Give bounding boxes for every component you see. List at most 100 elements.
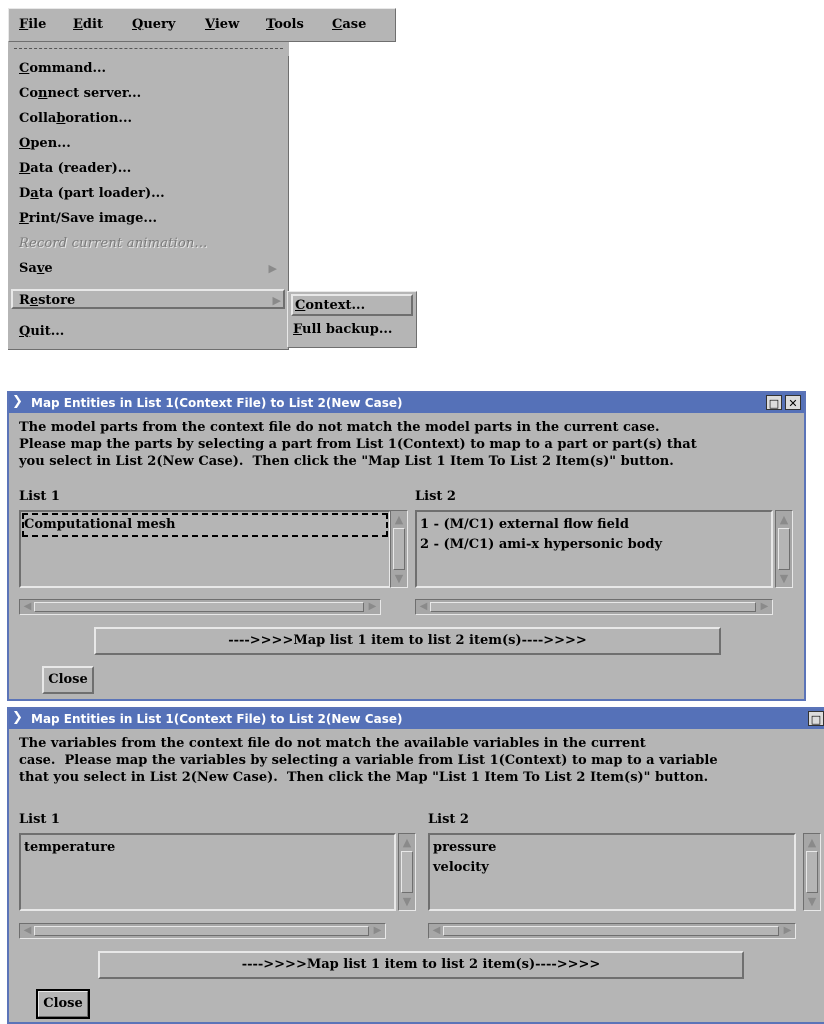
menu-edit[interactable]: Edit — [73, 17, 103, 32]
scroll-right-icon[interactable]: ▶ — [366, 600, 379, 614]
menu-item-restore-label: store — [38, 293, 76, 308]
menu-item-command-mnemonic: C — [19, 61, 30, 76]
menu-item-save[interactable]: Save ▶ — [19, 259, 279, 279]
map-parts-dialog: ❯ Map Entities in List 1(Context File) t… — [7, 391, 806, 701]
scroll-down-icon[interactable]: ▼ — [777, 571, 791, 586]
menu-item-restore[interactable]: Restore ▶ — [11, 289, 285, 309]
dialog-title: Map Entities in List 1(Context File) to … — [31, 712, 403, 726]
scroll-up-icon[interactable]: ▲ — [805, 835, 819, 850]
scroll-down-icon[interactable]: ▼ — [805, 894, 819, 909]
menu-tearoff[interactable] — [8, 42, 289, 56]
menu-view-mnemonic: V — [205, 17, 215, 32]
scroll-right-icon[interactable]: ▶ — [758, 600, 771, 614]
list2-hscroll[interactable]: ◀ ▶ — [415, 599, 773, 615]
map-list-button[interactable]: ---->>>>Map list 1 item to list 2 item(s… — [98, 951, 744, 979]
menu-case[interactable]: Case — [332, 17, 366, 32]
submenu-item-full-backup-label: ull backup... — [302, 322, 393, 337]
menu-item-record-animation: Record current animation... — [19, 234, 279, 254]
scroll-left-icon[interactable]: ◀ — [21, 924, 34, 938]
menu-item-restore-pre: R — [19, 293, 30, 308]
list1-box[interactable]: temperature — [19, 833, 396, 911]
scroll-thumb[interactable] — [34, 926, 369, 936]
scroll-down-icon[interactable]: ▼ — [400, 894, 414, 909]
list1-vscroll[interactable]: ▲ ▼ — [390, 510, 408, 588]
list-item[interactable]: 2 - (M/C1) ami-x hypersonic body — [420, 535, 662, 555]
menubar: File Edit Query View Tools Case — [8, 8, 396, 42]
list2-box[interactable]: 1 - (M/C1) external flow field 2 - (M/C1… — [415, 510, 773, 588]
list2-box[interactable]: pressure velocity — [428, 833, 796, 911]
scroll-down-icon[interactable]: ▼ — [392, 571, 406, 586]
maximize-icon[interactable]: □ — [808, 711, 824, 726]
menu-tools-mnemonic: T — [266, 17, 275, 32]
scroll-right-icon[interactable]: ▶ — [781, 924, 794, 938]
maximize-icon[interactable]: □ — [766, 395, 782, 410]
chevron-down-icon[interactable]: ❯ — [12, 710, 26, 726]
scroll-up-icon[interactable]: ▲ — [400, 835, 414, 850]
menu-item-data-reader-label: ata (reader)... — [30, 161, 132, 176]
menu-item-collaboration[interactable]: Collaboration... — [19, 109, 279, 129]
scroll-left-icon[interactable]: ◀ — [417, 600, 430, 614]
menu-view[interactable]: View — [205, 17, 239, 32]
list-item[interactable]: pressure — [433, 838, 496, 858]
list2-label: List 2 — [428, 812, 469, 827]
submenu-item-full-backup[interactable]: Full backup... — [291, 320, 413, 342]
menu-tools[interactable]: Tools — [266, 17, 304, 32]
scroll-thumb[interactable] — [430, 602, 756, 612]
menu-item-connect-server[interactable]: Connect server... — [19, 84, 279, 104]
scroll-left-icon[interactable]: ◀ — [21, 600, 34, 614]
map-variables-dialog: ❯ Map Entities in List 1(Context File) t… — [7, 707, 824, 1024]
list-item[interactable]: temperature — [24, 838, 115, 858]
list2-hscroll[interactable]: ◀ ▶ — [428, 923, 796, 939]
menu-item-print-save-image[interactable]: Print/Save image... — [19, 209, 279, 229]
menu-case-label: ase — [342, 17, 367, 32]
scroll-left-icon[interactable]: ◀ — [430, 924, 443, 938]
list1-vscroll[interactable]: ▲ ▼ — [398, 833, 416, 911]
menu-file[interactable]: File — [19, 17, 46, 32]
menu-item-print-save-image-label: rint/Save image... — [28, 211, 157, 226]
list-item[interactable]: 1 - (M/C1) external flow field — [420, 515, 629, 535]
list1-label: List 1 — [19, 489, 60, 504]
menu-item-open[interactable]: Open... — [19, 134, 279, 154]
cascade-arrow-icon: ▶ — [272, 294, 281, 307]
scroll-thumb[interactable] — [443, 926, 779, 936]
menu-item-data-part-loader[interactable]: Data (part loader)... — [19, 184, 279, 204]
close-button[interactable]: Close — [36, 989, 90, 1019]
scroll-thumb[interactable] — [778, 528, 790, 570]
dialog-title: Map Entities in List 1(Context File) to … — [31, 396, 403, 410]
menu-item-record-animation-label: Record current animation... — [19, 236, 208, 251]
menu-item-data-part-loader-label: ta (part loader)... — [38, 186, 165, 201]
list2-vscroll[interactable]: ▲ ▼ — [803, 833, 821, 911]
list2-vscroll[interactable]: ▲ ▼ — [775, 510, 793, 588]
chevron-down-icon[interactable]: ❯ — [12, 394, 26, 410]
menu-query[interactable]: Query — [132, 17, 175, 32]
menu-edit-mnemonic: E — [73, 17, 83, 32]
scroll-thumb[interactable] — [401, 851, 413, 893]
scroll-right-icon[interactable]: ▶ — [371, 924, 384, 938]
menu-item-data-part-loader-mnemonic: a — [30, 186, 39, 201]
menu-item-command[interactable]: Command... — [19, 59, 279, 79]
dialog-titlebar: ❯ Map Entities in List 1(Context File) t… — [9, 393, 804, 413]
menu-item-quit[interactable]: Quit... — [19, 322, 279, 342]
list1-box[interactable]: Computational mesh — [19, 510, 391, 588]
scroll-up-icon[interactable]: ▲ — [392, 512, 406, 527]
map-list-button[interactable]: ---->>>>Map list 1 item to list 2 item(s… — [94, 627, 721, 655]
list-item[interactable]: Computational mesh — [24, 515, 176, 535]
menu-item-save-pre: Sa — [19, 261, 37, 276]
cascade-arrow-icon: ▶ — [268, 262, 277, 275]
list-item[interactable]: velocity — [433, 858, 489, 878]
list1-hscroll[interactable]: ◀ ▶ — [19, 923, 386, 939]
menu-item-connect-server-label: nect server... — [47, 86, 142, 101]
menu-item-connect-server-pre: Co — [19, 86, 39, 101]
scroll-up-icon[interactable]: ▲ — [777, 512, 791, 527]
dialog-message: The model parts from the context file do… — [19, 420, 697, 469]
menu-item-collaboration-label: oration... — [65, 111, 133, 126]
close-button[interactable]: Close — [42, 666, 94, 694]
submenu-item-context-label: ontext... — [305, 298, 366, 313]
scroll-thumb[interactable] — [393, 528, 405, 570]
scroll-thumb[interactable] — [806, 851, 818, 893]
list1-hscroll[interactable]: ◀ ▶ — [19, 599, 381, 615]
menu-item-data-reader[interactable]: Data (reader)... — [19, 159, 279, 179]
submenu-item-context[interactable]: Context... — [291, 294, 413, 316]
close-icon[interactable]: ✕ — [785, 395, 801, 410]
scroll-thumb[interactable] — [34, 602, 364, 612]
